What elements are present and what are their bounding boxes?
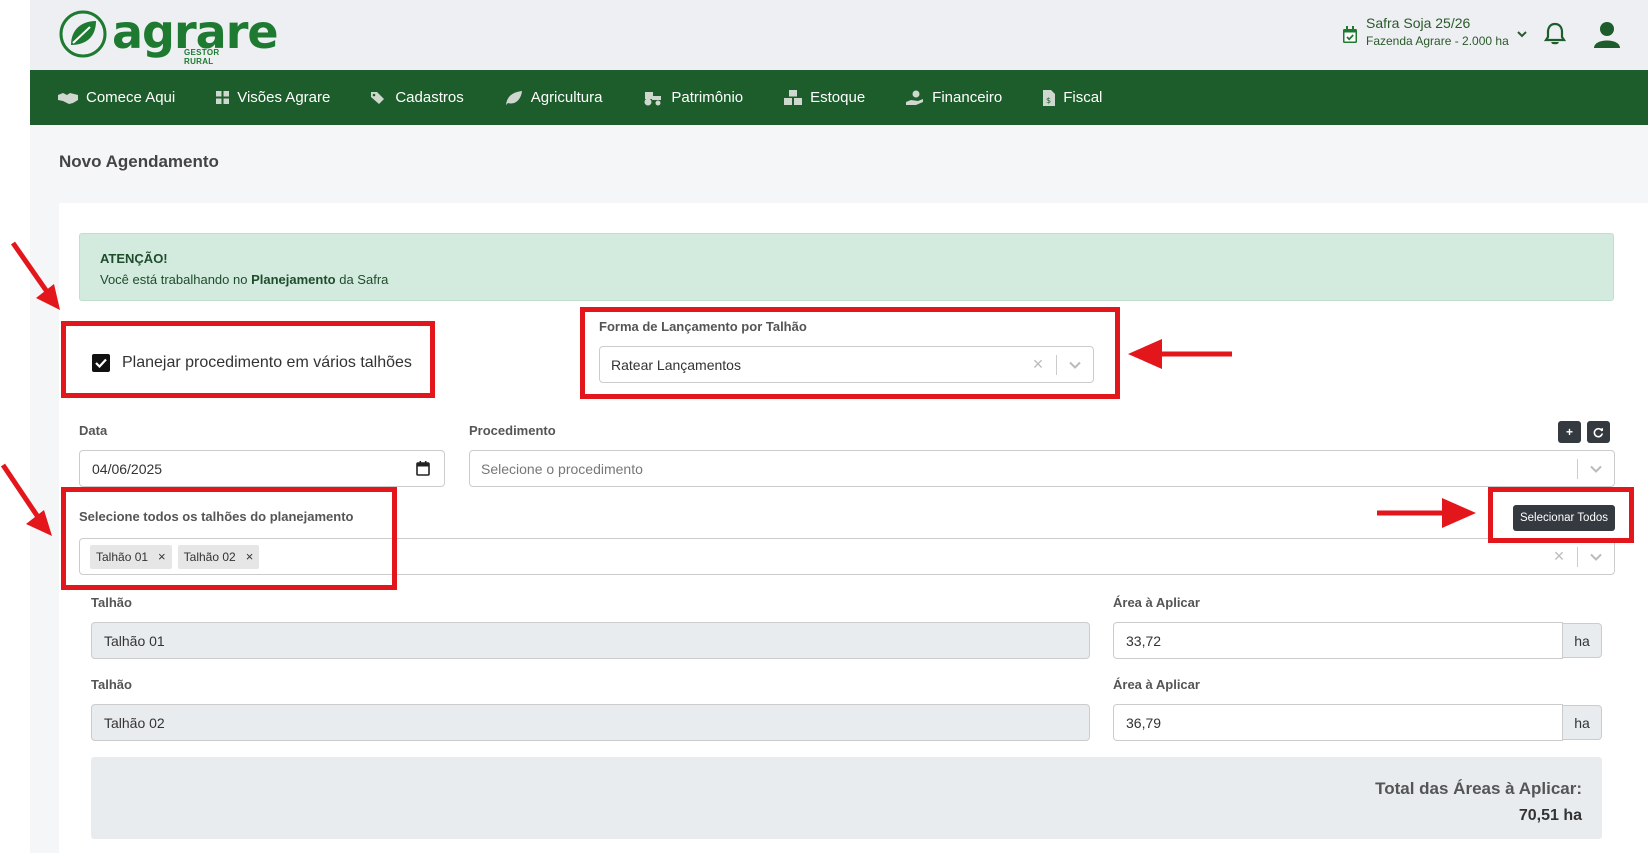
nav-financeiro[interactable]: Financeiro bbox=[906, 89, 1002, 106]
nav-agricultura[interactable]: Agricultura bbox=[505, 89, 603, 106]
area-value: 36,79 bbox=[1126, 714, 1162, 731]
select-all-button[interactable]: Selecionar Todos bbox=[1513, 505, 1615, 531]
forma-lancamento-value: Ratear Lançamentos bbox=[611, 356, 741, 373]
nav-label: Agricultura bbox=[530, 89, 603, 106]
procedimento-label: Procedimento bbox=[469, 423, 556, 438]
nav-label: Patrimônio bbox=[671, 89, 744, 106]
multi-plot-checkbox[interactable] bbox=[92, 354, 110, 372]
talhao-field: Talhão 02 bbox=[91, 704, 1090, 741]
area-label: Área à Aplicar bbox=[1113, 677, 1200, 692]
brand-logo[interactable]: agrare GESTOR RURAL bbox=[58, 8, 279, 66]
invoice-icon: $ bbox=[1043, 89, 1056, 106]
forma-lancamento-select[interactable]: Ratear Lançamentos × bbox=[599, 346, 1094, 383]
tags-icon bbox=[371, 91, 385, 104]
tag-label: Talhão 01 bbox=[96, 549, 149, 564]
main-nav: Comece Aqui Visões Agrare Cadastros Agri… bbox=[30, 70, 1648, 125]
multi-plot-checkbox-row[interactable]: Planejar procedimento em vários talhões bbox=[92, 354, 412, 372]
chevron-down-icon[interactable] bbox=[1578, 465, 1614, 473]
chevron-down-icon[interactable] bbox=[1578, 553, 1614, 561]
nav-visoes-agrare[interactable]: Visões Agrare bbox=[216, 89, 330, 106]
nav-label: Fiscal bbox=[1063, 89, 1103, 106]
talhoes-label: Selecione todos os talhões do planejamen… bbox=[79, 509, 354, 524]
talhao-label: Talhão bbox=[91, 595, 132, 610]
nav-label: Financeiro bbox=[932, 89, 1003, 106]
nav-fiscal[interactable]: $ Fiscal bbox=[1043, 89, 1102, 106]
procedimento-placeholder: Selecione o procedimento bbox=[481, 460, 643, 477]
data-label: Data bbox=[79, 423, 108, 438]
area-value: 33,72 bbox=[1126, 632, 1162, 649]
nav-label: Cadastros bbox=[395, 89, 464, 106]
remove-tag-icon[interactable]: × bbox=[158, 549, 166, 564]
area-input[interactable]: 33,72 bbox=[1113, 622, 1563, 659]
calendar-check-icon bbox=[1343, 26, 1357, 43]
leaf-logo-icon bbox=[59, 10, 107, 58]
clear-icon[interactable]: × bbox=[1020, 354, 1056, 375]
planning-alert: ATENÇÃO! Você está trabalhando no Planej… bbox=[79, 233, 1614, 301]
talhao-value: Talhão 02 bbox=[104, 714, 165, 731]
calendar-icon[interactable] bbox=[416, 461, 430, 476]
alert-highlight: Planejamento bbox=[251, 272, 336, 287]
area-input[interactable]: 36,79 bbox=[1113, 704, 1563, 741]
grid-icon bbox=[216, 91, 230, 104]
leaf-icon bbox=[505, 90, 522, 105]
page-title: Novo Agendamento bbox=[59, 152, 219, 171]
talhoes-multiselect[interactable]: Talhão 01 × Talhão 02 × × bbox=[79, 538, 1615, 575]
refresh-procedimento-button[interactable] bbox=[1587, 421, 1610, 443]
chevron-down-icon bbox=[1517, 31, 1527, 38]
clear-icon[interactable]: × bbox=[1541, 546, 1577, 567]
alert-heading: ATENÇÃO! bbox=[100, 251, 168, 266]
brand-subtitle: GESTOR RURAL bbox=[184, 48, 220, 66]
boxes-icon bbox=[784, 90, 803, 105]
remove-tag-icon[interactable]: × bbox=[246, 549, 254, 564]
farm-name: Fazenda Agrare - 2.000 ha bbox=[1366, 34, 1509, 48]
talhao-field: Talhão 01 bbox=[91, 622, 1090, 659]
selected-talhao-tag: Talhão 02 × bbox=[177, 544, 260, 569]
tractor-icon bbox=[644, 91, 662, 105]
area-unit: ha bbox=[1562, 705, 1602, 740]
area-unit: ha bbox=[1562, 623, 1602, 658]
nav-comece-aqui[interactable]: Comece Aqui bbox=[58, 89, 175, 106]
chevron-down-icon[interactable] bbox=[1057, 361, 1093, 369]
nav-label: Comece Aqui bbox=[86, 89, 176, 106]
multi-plot-checkbox-label: Planejar procedimento em vários talhões bbox=[122, 354, 412, 371]
nav-patrimonio[interactable]: Patrimônio bbox=[643, 89, 743, 106]
nav-estoque[interactable]: Estoque bbox=[784, 89, 865, 106]
safra-name: Safra Soja 25/26 bbox=[1366, 15, 1471, 31]
user-avatar-icon[interactable] bbox=[1593, 20, 1621, 48]
add-procedimento-button[interactable]: + bbox=[1558, 421, 1581, 443]
nav-label: Visões Agrare bbox=[237, 89, 331, 106]
nav-cadastros[interactable]: Cadastros bbox=[371, 89, 464, 106]
tag-label: Talhão 02 bbox=[183, 549, 236, 564]
talhao-value: Talhão 01 bbox=[104, 632, 165, 649]
svg-text:$: $ bbox=[1046, 96, 1051, 105]
refresh-icon bbox=[1593, 427, 1604, 437]
safra-selector[interactable]: Safra Soja 25/26 Fazenda Agrare - 2.000 … bbox=[1342, 14, 1527, 50]
alert-text-before: Você está trabalhando no bbox=[100, 272, 248, 287]
handshake-icon bbox=[58, 92, 78, 104]
total-area-value: 70,51 ha bbox=[1518, 807, 1582, 824]
nav-label: Estoque bbox=[810, 89, 866, 106]
check-icon bbox=[95, 358, 107, 368]
total-area-label: Total das Áreas à Aplicar: bbox=[1375, 779, 1582, 798]
date-value: 04/06/2025 bbox=[92, 460, 163, 477]
alert-text-after: da Safra bbox=[339, 272, 389, 287]
procedimento-select[interactable]: Selecione o procedimento bbox=[469, 450, 1615, 487]
selected-talhao-tag: Talhão 01 × bbox=[90, 544, 172, 569]
forma-lancamento-label: Forma de Lançamento por Talhão bbox=[599, 319, 807, 334]
talhao-label: Talhão bbox=[91, 677, 132, 692]
total-area-panel: Total das Áreas à Aplicar: 70,51 ha bbox=[91, 757, 1602, 839]
bell-icon[interactable] bbox=[1544, 22, 1566, 46]
date-input[interactable]: 04/06/2025 bbox=[79, 450, 445, 487]
area-label: Área à Aplicar bbox=[1113, 595, 1200, 610]
hand-money-icon bbox=[906, 90, 924, 105]
